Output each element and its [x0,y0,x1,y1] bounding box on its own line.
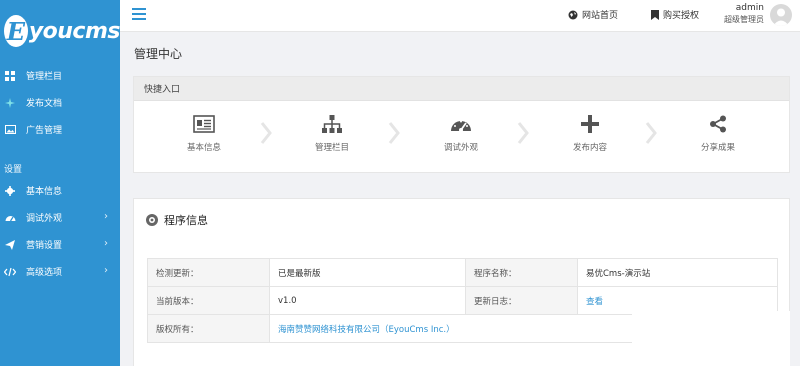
chevron-right-icon [388,122,400,144]
blank-area [632,311,790,366]
logo[interactable]: E youcms [0,0,121,62]
quick-entry-title: 快捷入口 [134,77,789,101]
plus-icon [4,97,16,109]
username: admin [735,3,764,13]
user-menu[interactable]: admin 超级管理员 [724,3,764,25]
sidebar-item-ad-manage[interactable]: 广告管理 [0,116,120,143]
cell-label: 更新日志： [465,286,578,315]
program-info-title: 程序信息 [164,214,208,227]
sidebar: E youcms 管理栏目 发布文档 广告管理 设置 基本信息 调试外观 › 营… [0,0,121,366]
site-home-link[interactable]: 网站首页 [568,8,618,21]
logo-text: youcms [28,18,121,44]
menu-toggle-button[interactable] [132,8,146,22]
cell-value: 已是最新版 [269,258,466,287]
cell-label: 程序名称： [465,258,578,287]
sidebar-item-advanced[interactable]: 高级选项 › [0,258,120,285]
program-info-header: 程序信息 [146,212,208,228]
site-home-label: 网站首页 [582,11,619,21]
sidebar-item-label: 调试外观 [26,214,63,224]
cell-label: 版权所有： [147,314,270,343]
quick-item-share[interactable]: 分享成果 [678,113,758,153]
cell-value: 易优Cms-演示站 [577,258,778,287]
sidebar-item-label: 营销设置 [26,241,63,251]
sidebar-section-title: 设置 [4,164,23,175]
code-icon [4,266,16,278]
share-icon [678,113,758,135]
send-icon [4,239,16,251]
quick-item-label: 基本信息 [186,143,221,153]
avatar[interactable] [770,4,792,26]
grid-icon [4,70,16,82]
settings-circle-icon [146,214,158,226]
id-card-icon [164,113,244,135]
sitemap-icon [292,113,372,135]
quick-item-basic-info[interactable]: 基本信息 [164,113,244,153]
buy-license-label: 购买授权 [663,11,700,21]
bookmark-icon [651,9,659,20]
user-role: 超级管理员 [724,15,764,24]
topbar: 网站首页 购买授权 admin 超级管理员 [120,0,800,32]
dashboard-icon [4,212,16,224]
sidebar-item-manage-columns[interactable]: 管理栏目 [0,62,120,89]
sidebar-item-label: 发布文档 [26,99,63,109]
chevron-right-icon [517,122,529,144]
cell-label: 检测更新： [147,258,270,287]
chevron-right-icon: › [104,211,108,222]
plus-icon [550,113,630,135]
chevron-right-icon: › [104,238,108,249]
sidebar-item-appearance[interactable]: 调试外观 › [0,204,120,231]
sidebar-item-marketing[interactable]: 营销设置 › [0,231,120,258]
quick-item-label: 发布内容 [572,143,607,153]
quick-item-label: 分享成果 [700,143,735,153]
quick-item-publish-content[interactable]: 发布内容 [550,113,630,153]
quick-item-label: 调试外观 [443,143,478,153]
cell-label: 当前版本： [147,286,270,315]
gear-icon [4,185,16,197]
logo-mark: E [4,15,28,47]
sidebar-item-label: 管理栏目 [26,72,63,82]
sidebar-item-label: 基本信息 [26,187,63,197]
chevron-right-icon [645,122,657,144]
sidebar-item-label: 广告管理 [26,126,63,136]
sidebar-item-label: 高级选项 [26,268,63,278]
quick-item-appearance[interactable]: 调试外观 [421,113,501,153]
quick-item-label: 管理栏目 [314,143,349,153]
sidebar-item-basic-info[interactable]: 基本信息 [0,177,120,204]
quick-item-manage-columns[interactable]: 管理栏目 [292,113,372,153]
chevron-right-icon [260,122,272,144]
globe-icon [568,10,578,20]
dashboard-icon [421,113,501,135]
cell-value: v1.0 [269,286,466,315]
sidebar-item-publish-doc[interactable]: 发布文档 [0,89,120,116]
buy-license-link[interactable]: 购买授权 [651,8,699,21]
chevron-right-icon: › [104,265,108,276]
image-icon [4,124,16,136]
quick-entry-panel: 快捷入口 基本信息 管理栏目 调试外观 发布内容 分享成果 [133,76,790,173]
page-title: 管理中心 [134,47,183,61]
table-row: 检测更新： 已是最新版 程序名称： 易优Cms-演示站 [147,258,778,287]
